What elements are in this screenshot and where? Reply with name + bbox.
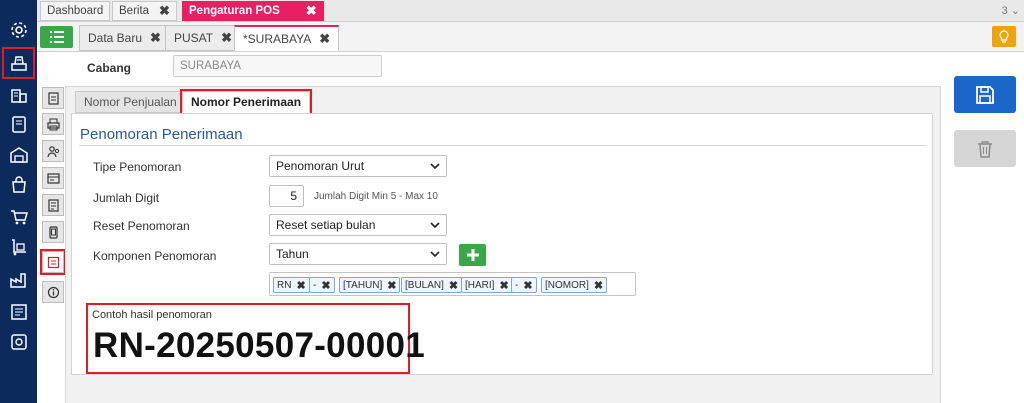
save-icon: [976, 85, 994, 104]
chip-label: -: [313, 279, 317, 291]
chip-label: [NOMOR]: [545, 279, 589, 291]
cart-icon[interactable]: [4, 203, 33, 231]
component-chip-list[interactable]: RN ✖ - ✖ [TAHUN] ✖ [BULAN] ✖ [HARI] ✖ - ✖ [NOM…: [269, 272, 636, 296]
settings-badge-icon[interactable]: [4, 328, 33, 356]
tab-nomor-penerimaan[interactable]: Nomor Penerimaan: [179, 89, 313, 115]
remove-icon[interactable]: ✖: [296, 279, 305, 292]
chevron-down-icon: [430, 163, 440, 170]
reset-penomoran-select[interactable]: Reset setiap bulan: [269, 214, 447, 236]
chip-label: -: [515, 279, 519, 291]
vtab-document-icon[interactable]: [42, 87, 64, 109]
lightbulb-icon: [999, 29, 1009, 43]
warehouse-icon[interactable]: [4, 141, 33, 169]
close-icon[interactable]: ✖: [306, 3, 317, 19]
dolly-icon[interactable]: [4, 233, 33, 261]
remove-icon[interactable]: ✖: [449, 279, 458, 292]
tipe-penomoran-select[interactable]: Penomoran Urut: [269, 155, 447, 177]
vtab-phone-icon[interactable]: [42, 221, 64, 243]
top-tab-bar: Dashboard Berita ✖ Pengaturan POS ✖ 3 ⌄: [37, 0, 1024, 22]
close-icon[interactable]: ✖: [221, 30, 232, 46]
reset-penomoran-label: Reset Penomoran: [93, 219, 190, 233]
vtab-card-icon[interactable]: [42, 167, 64, 189]
tab-nomor-penjualan[interactable]: Nomor Penjualan: [75, 91, 186, 113]
factory-icon[interactable]: [4, 266, 33, 294]
vtab-receipt-number-icon[interactable]: [40, 249, 66, 275]
chip: - ✖: [511, 277, 537, 293]
tab-pengaturan-pos[interactable]: Pengaturan POS ✖: [182, 1, 324, 21]
chip: [TAHUN] ✖: [339, 277, 401, 293]
tab-label: Dashboard: [47, 5, 104, 17]
jumlah-digit-label: Jumlah Digit: [93, 191, 160, 205]
add-component-button[interactable]: [459, 244, 486, 266]
tab-count-dropdown[interactable]: 3 ⌄: [1002, 4, 1020, 17]
komponen-penomoran-label: Komponen Penomoran: [93, 249, 217, 263]
list-icon: [49, 31, 64, 43]
komponen-penomoran-select[interactable]: Tahun: [269, 243, 447, 265]
section-title: Penomoran Penerimaan: [80, 126, 243, 143]
tab-pusat[interactable]: PUSAT ✖: [165, 25, 242, 51]
chip: [HARI] ✖: [461, 277, 513, 293]
tab-label: Berita: [119, 5, 150, 17]
hint-button[interactable]: [992, 26, 1016, 47]
close-icon[interactable]: ✖: [319, 31, 330, 47]
close-icon[interactable]: ✖: [150, 30, 161, 46]
remove-icon[interactable]: ✖: [387, 279, 396, 292]
bag-icon[interactable]: [4, 171, 33, 199]
chip-label: [TAHUN]: [343, 279, 383, 291]
building-icon[interactable]: [4, 81, 33, 109]
plus-icon: [466, 249, 479, 261]
select-value: Penomoran Urut: [276, 159, 365, 173]
gear-icon[interactable]: [4, 16, 33, 44]
remove-icon[interactable]: ✖: [594, 279, 603, 292]
chip: - ✖: [309, 277, 335, 293]
close-icon[interactable]: ✖: [159, 3, 170, 19]
jumlah-digit-field[interactable]: [269, 185, 304, 207]
vtab-printer-icon[interactable]: [42, 113, 64, 135]
vtab-users-icon[interactable]: [42, 140, 64, 162]
select-value: Reset setiap bulan: [276, 218, 376, 232]
tab-berita[interactable]: Berita ✖: [112, 1, 177, 21]
tab-data-baru[interactable]: Data Baru ✖: [79, 25, 170, 51]
tab-label: Pengaturan POS: [189, 5, 280, 17]
chip-label: [HARI]: [465, 279, 495, 291]
chip-label: [BULAN]: [405, 279, 444, 291]
tablet-icon[interactable]: [4, 110, 33, 138]
jumlah-digit-hint: Jumlah Digit Min 5 - Max 10: [314, 191, 438, 202]
cabang-field[interactable]: [173, 55, 382, 77]
menu-button[interactable]: [40, 26, 73, 48]
chip: [BULAN] ✖: [401, 277, 463, 293]
tab-label: Data Baru: [88, 31, 143, 45]
report-icon[interactable]: [4, 298, 33, 326]
remove-icon[interactable]: ✖: [499, 279, 508, 292]
remove-icon[interactable]: ✖: [523, 279, 532, 292]
chevron-down-icon: [430, 222, 440, 229]
delete-button[interactable]: [954, 130, 1016, 167]
trash-icon: [978, 140, 992, 158]
save-button[interactable]: [954, 76, 1016, 113]
tab-surabaya[interactable]: *SURABAYA ✖: [234, 25, 340, 51]
tab-label: Nomor Penerimaan: [191, 95, 302, 109]
document-tab-bar: Data Baru ✖ PUSAT ✖ *SURABAYA ✖: [37, 22, 1024, 52]
select-value: Tahun: [276, 247, 309, 261]
tab-dashboard[interactable]: Dashboard: [40, 1, 111, 21]
tab-label: *SURABAYA: [243, 31, 312, 46]
sidebar: [0, 0, 37, 403]
chip: [NOMOR] ✖: [541, 277, 608, 293]
divider: [79, 145, 927, 146]
vtab-receipt-icon[interactable]: [42, 194, 64, 216]
tab-label: Nomor Penjualan: [84, 95, 177, 109]
chevron-down-icon: [430, 251, 440, 258]
example-value: RN-20250507-00001: [93, 326, 426, 365]
chip: RN ✖: [273, 277, 310, 293]
vtab-info-icon[interactable]: [42, 281, 64, 303]
tab-label: PUSAT: [174, 31, 214, 45]
chip-label: RN: [277, 279, 292, 291]
cash-register-icon[interactable]: [2, 47, 35, 79]
cabang-label: Cabang: [87, 61, 132, 75]
remove-icon[interactable]: ✖: [321, 279, 330, 292]
tipe-penomoran-label: Tipe Penomoran: [93, 160, 182, 174]
example-label: Contoh hasil penomoran: [92, 309, 212, 321]
